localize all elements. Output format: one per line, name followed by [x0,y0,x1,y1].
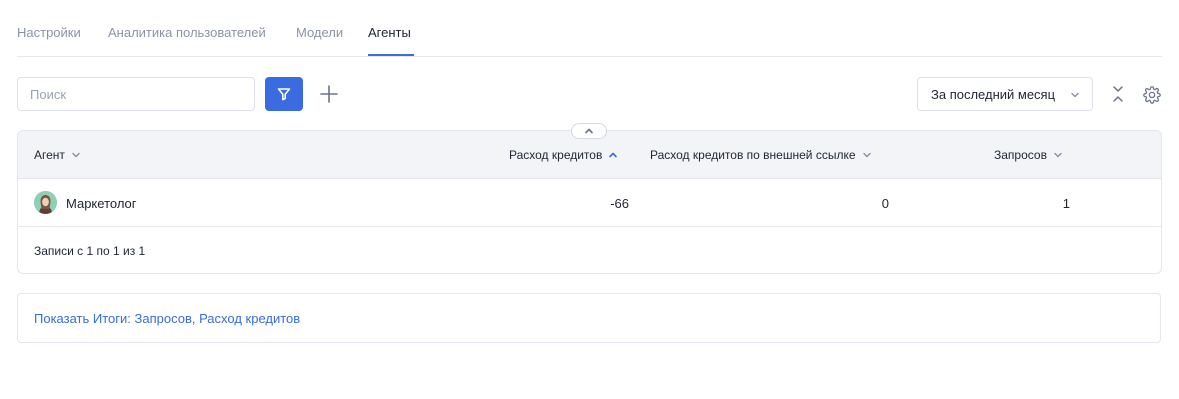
column-credits[interactable]: Расход кредитов [509,148,618,162]
agents-table: Агент Расход кредитов Расход кредитов по… [17,130,1162,274]
column-label: Расход кредитов по внешней ссылке [650,148,856,162]
sort-asc-icon [609,152,618,158]
pagination-info: Записи с 1 по 1 из 1 [34,244,146,258]
period-select[interactable]: За последний месяц [917,77,1093,111]
gear-icon [1142,85,1161,104]
tab-agents[interactable]: Агенты [368,25,411,40]
column-label: Расход кредитов [509,148,603,162]
column-requests[interactable]: Запросов [994,148,1063,162]
settings-button[interactable] [1141,84,1162,105]
column-agent[interactable]: Агент [34,148,81,162]
chevron-down-icon [1054,152,1062,158]
add-button[interactable] [316,81,342,107]
agent-name: Маркетолог [66,196,137,211]
filter-button[interactable] [265,77,303,111]
tab-models[interactable]: Модели [296,25,343,40]
collapse-button[interactable] [1108,84,1128,104]
show-totals-link[interactable]: Показать Итоги: Запросов, Расход кредито… [34,311,300,326]
chevron-down-icon [72,152,80,158]
active-tab-indicator [368,54,414,56]
chevron-down-icon [1071,92,1079,98]
column-label: Запросов [994,148,1047,162]
requests-value: 1 [1062,196,1070,211]
collapse-icon [1113,86,1123,102]
filter-icon [277,88,291,101]
column-label: Агент [34,148,65,162]
search-input[interactable] [17,77,255,111]
column-sort-handle[interactable] [571,123,607,139]
credits-value: -66 [610,196,629,211]
tab-settings[interactable]: Настройки [17,25,81,40]
column-external-credits[interactable]: Расход кредитов по внешней ссылке [650,148,872,162]
summary-panel: Показать Итоги: Запросов, Расход кредито… [17,293,1161,343]
table-row[interactable]: Маркетолог -66 0 1 [18,179,1161,227]
avatar [34,191,57,214]
period-select-label: За последний месяц [931,86,1056,102]
chevron-up-icon [585,128,593,134]
chevron-down-icon [862,152,871,158]
plus-icon [320,85,338,103]
external-credits-value: 0 [881,196,889,211]
tab-bar: Настройки Аналитика пользователей Модели… [17,0,1162,57]
tab-user-analytics[interactable]: Аналитика пользователей [108,25,266,40]
